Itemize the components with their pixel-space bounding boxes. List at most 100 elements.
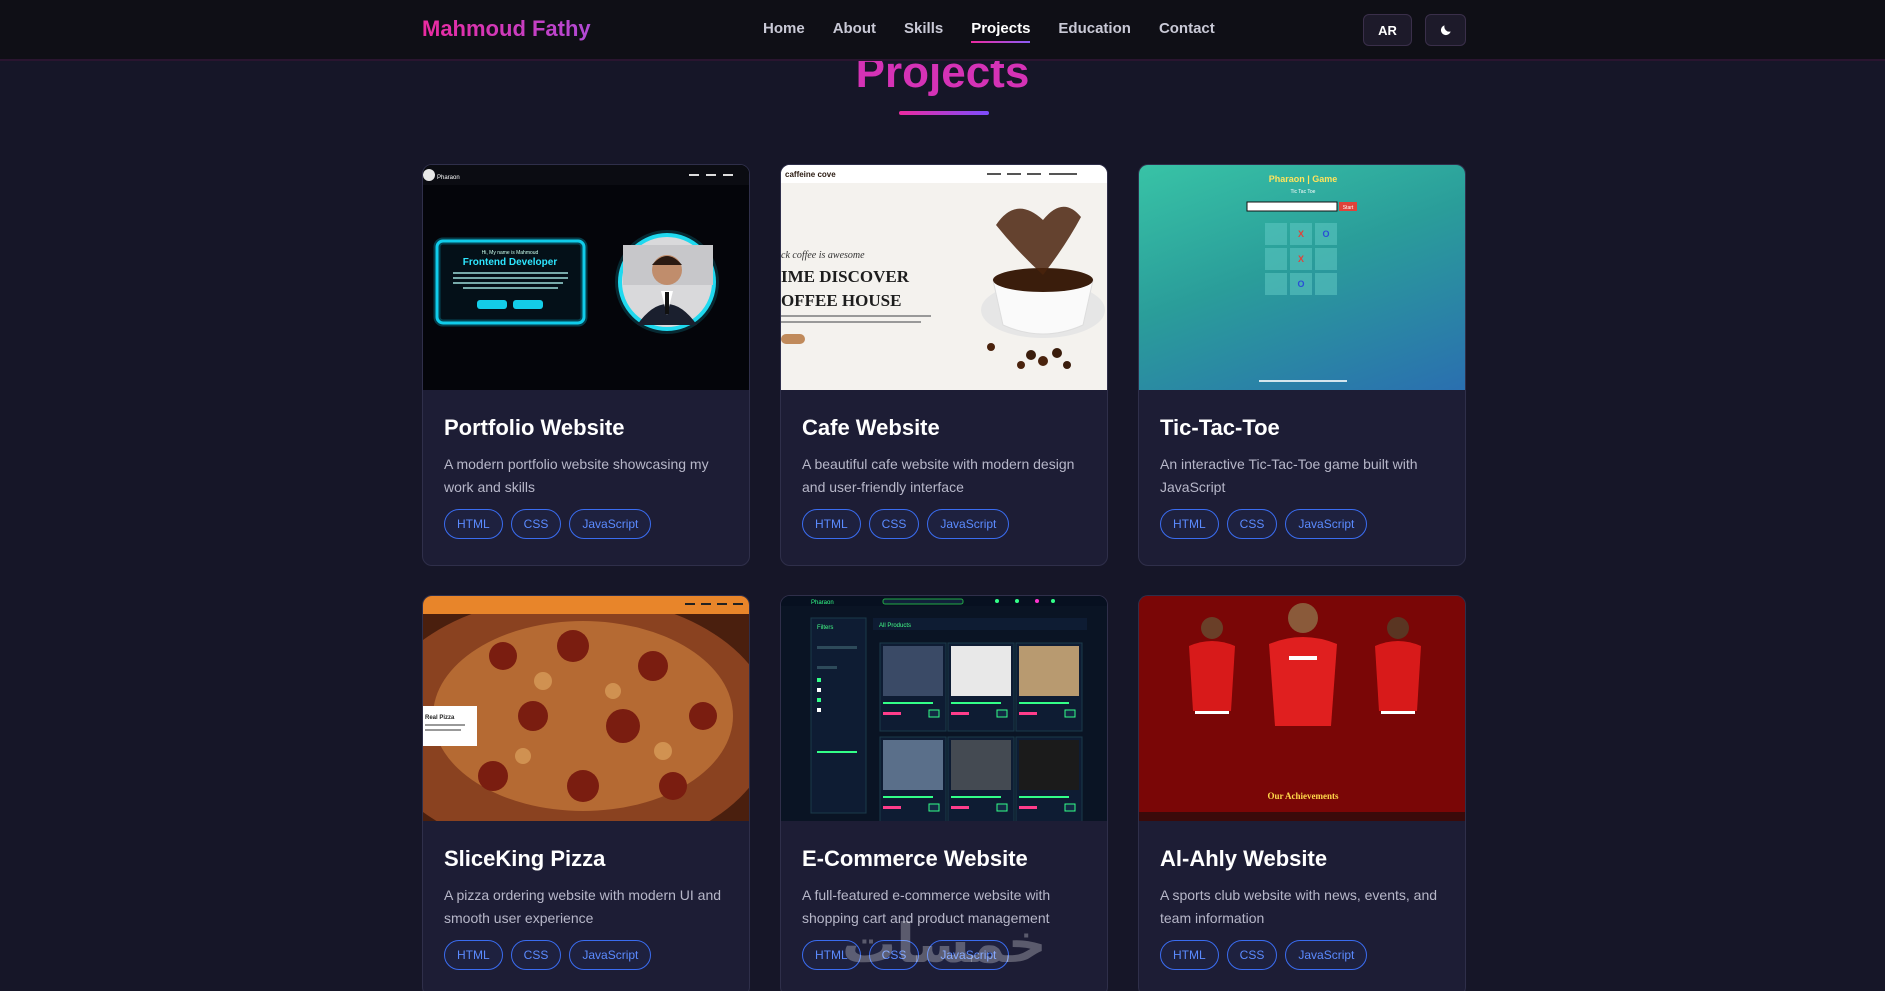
ecommerce-product-price [883,712,901,715]
nav-link-home[interactable]: Home [763,20,805,41]
alahly-preview-image: Our Achievements [1139,596,1465,821]
cafe-preview-brand: caffeine cove [785,170,836,179]
ttt-mark: O [1297,279,1304,289]
project-thumbnail-cafe: caffeine cove ck coffee is awesome IME D… [781,165,1107,390]
tag-html: HTML [444,509,503,539]
cafe-preview-line1: IME DISCOVER [781,267,910,286]
cafe-preview-tagline: ck coffee is awesome [781,250,865,261]
ecommerce-product-image [883,646,943,696]
portfolio-preview-heading: Frontend Developer [463,257,558,268]
ecommerce-product-image [951,740,1011,790]
project-card-tictactoe[interactable]: Pharaon | Game Tic Tac Toe Start X O X O Ti… [1138,164,1466,566]
navbar: Mahmoud Fathy Home About Skills Projects… [0,0,1885,61]
ttt-cell [1315,273,1337,295]
tag-javascript: JavaScript [569,940,652,970]
theme-toggle-button[interactable] [1425,14,1466,46]
tictactoe-board: X O X O [1265,223,1337,295]
portfolio-preview-intro: Hi, My name is Mahmoud [482,250,539,256]
tag-css: CSS [1226,509,1278,539]
project-card-body: Al-Ahly Website A sports club website wi… [1160,846,1450,970]
alahly-preview-caption: Our Achievements [1267,791,1339,801]
pizza-preview-badge: Real Pizza [425,715,455,721]
ecommerce-product-image [951,646,1011,696]
ecommerce-product-price [951,806,969,809]
project-description: An interactive Tic-Tac-Toe game built wi… [1160,456,1418,495]
project-tags: HTML CSS JavaScript [1160,509,1450,539]
tag-html: HTML [802,509,861,539]
tictactoe-preview-image: Pharaon | Game Tic Tac Toe Start X O X O [1246,174,1357,382]
cafe-preview-image: caffeine cove ck coffee is awesome IME D… [781,165,1107,390]
project-tags: HTML CSS JavaScript [444,509,734,539]
cafe-preview-line2: OFFEE HOUSE [781,291,901,310]
ecommerce-product-image [1019,740,1079,790]
nav-link-contact[interactable]: Contact [1159,20,1215,41]
tag-html: HTML [1160,509,1219,539]
project-card-body: Tic-Tac-Toe An interactive Tic-Tac-Toe g… [1160,415,1450,539]
ttt-cell [1265,248,1287,270]
ecommerce-product-name [883,702,933,704]
project-thumbnail-tictactoe: Pharaon | Game Tic Tac Toe Start X O X O [1139,165,1465,390]
project-description: A beautiful cafe website with modern des… [802,456,1075,495]
ecommerce-add-to-cart [928,803,940,812]
ttt-mark: X [1298,229,1304,239]
project-thumbnail-ecommerce: Pharaon Filters All Products [781,596,1107,821]
project-tags: HTML CSS JavaScript [802,509,1092,539]
ecommerce-add-to-cart [928,709,940,718]
portfolio-preview-brand: Pharaon [437,175,460,181]
ecommerce-product-image [1019,646,1079,696]
nav-link-projects[interactable]: Projects [971,20,1031,43]
tag-css: CSS [1226,940,1278,970]
nav-link-about[interactable]: About [833,20,876,41]
nav-link-education[interactable]: Education [1058,20,1131,41]
ttt-cell [1315,248,1337,270]
ttt-cell [1265,223,1287,245]
project-card-cafe[interactable]: caffeine cove ck coffee is awesome IME D… [780,164,1108,566]
project-title: Tic-Tac-Toe [1160,415,1280,440]
project-card-body: SliceKing Pizza A pizza ordering website… [444,846,734,970]
ecommerce-product-name [951,796,1001,798]
portfolio-preview-image: Pharaon Hi, My name is Mahmoud Frontend … [423,165,749,390]
project-description: A pizza ordering website with modern UI … [444,887,722,926]
project-thumbnail-pizza: Real Pizza [423,596,749,821]
ttt-mark: O [1322,229,1329,239]
project-title: Al-Ahly Website [1160,846,1328,871]
ttt-mark: X [1298,254,1304,264]
ecommerce-product-price [1019,806,1037,809]
ecommerce-preview-brand: Pharaon [811,600,834,606]
nav-link-skills[interactable]: Skills [904,20,943,41]
ecommerce-preview-image: Pharaon Filters All Products [781,596,1107,821]
project-title: SliceKing Pizza [444,846,606,871]
project-title: Cafe Website [802,415,940,440]
project-card-body: Cafe Website A beautiful cafe website wi… [802,415,1092,539]
tag-javascript: JavaScript [927,509,1010,539]
ecommerce-preview-filters: Filters [817,625,833,631]
ecommerce-add-to-cart [1064,709,1076,718]
title-underline [899,111,989,115]
brand-logo[interactable]: Mahmoud Fathy [422,16,591,42]
tictactoe-preview-sub: Tic Tac Toe [1291,189,1316,195]
project-card-portfolio[interactable]: Pharaon Hi, My name is Mahmoud Frontend … [422,164,750,566]
ecommerce-preview-heading: All Products [879,623,911,629]
tag-html: HTML [444,940,503,970]
project-tags: HTML CSS JavaScript [444,940,734,970]
pizza-preview-image: Real Pizza [423,596,749,821]
project-card-body: Portfolio Website A modern portfolio web… [444,415,734,539]
ecommerce-product-price [951,712,969,715]
ecommerce-product-name [1019,702,1069,704]
ecommerce-product-price [1019,712,1037,715]
project-thumbnail-portfolio: Pharaon Hi, My name is Mahmoud Frontend … [423,165,749,390]
project-card-pizza[interactable]: Real Pizza SliceKing Pizza A pizza order… [422,595,750,991]
tictactoe-preview-heading: Pharaon | Game [1269,174,1338,184]
ecommerce-product-image [883,740,943,790]
ecommerce-product-name [1019,796,1069,798]
ecommerce-product-price [883,806,901,809]
project-card-alahly[interactable]: Our Achievements Al-Ahly Website A sport… [1138,595,1466,991]
nav-links: Home About Skills Projects Education Con… [763,20,1243,43]
project-thumbnail-alahly: Our Achievements [1139,596,1465,821]
tag-html: HTML [1160,940,1219,970]
tag-javascript: JavaScript [1285,509,1368,539]
project-title: Portfolio Website [444,415,625,440]
tag-css: CSS [510,509,562,539]
project-description: A sports club website with news, events,… [1160,887,1438,926]
language-toggle-button[interactable]: AR [1363,14,1412,46]
